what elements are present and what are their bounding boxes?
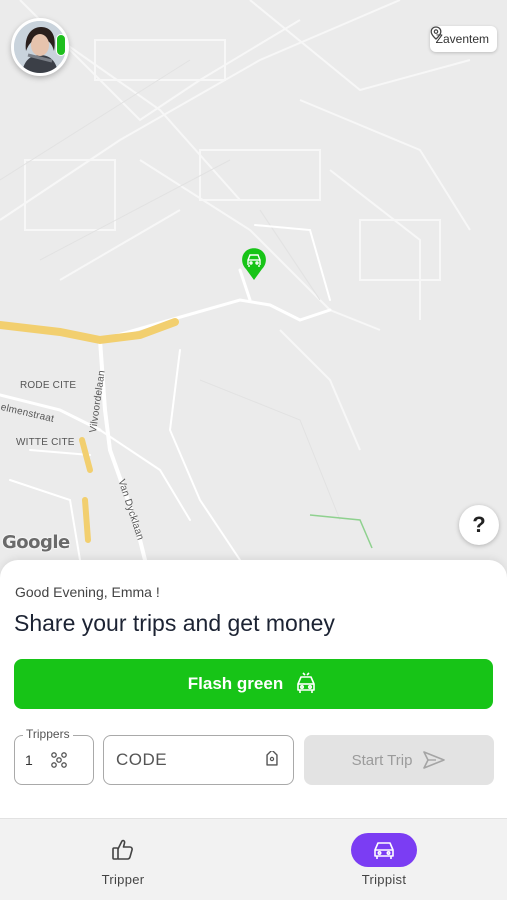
start-trip-button[interactable]: Start Trip (304, 735, 494, 785)
code-field[interactable] (103, 735, 294, 785)
nav-icon-wrap-tripper (90, 833, 156, 867)
nav-icon-wrap-trippist (351, 833, 417, 867)
app-screen: RODE CITE elmenstraat WITTE CITE Vilvoor… (0, 0, 507, 900)
car-marker-icon (242, 248, 266, 280)
street-label-rode-cite: RODE CITE (20, 380, 77, 391)
location-label: Zaventem (435, 32, 489, 46)
start-trip-label: Start Trip (351, 751, 413, 769)
google-attribution: Google (2, 532, 70, 553)
car-icon (374, 842, 394, 859)
flash-green-button[interactable]: Flash green (14, 659, 493, 709)
location-pin-icon (430, 26, 442, 40)
trippers-label: Trippers (23, 727, 73, 741)
code-input[interactable] (116, 750, 246, 770)
map-car-marker[interactable] (239, 247, 269, 281)
car-front-icon (297, 672, 316, 693)
send-icon (423, 751, 446, 769)
bottom-navigation: Tripper Trippist (0, 818, 507, 900)
location-chip[interactable]: Zaventem (429, 26, 497, 52)
nav-item-trippist[interactable]: Trippist (314, 819, 454, 900)
street-label-witte-cite: WITTE CITE (16, 437, 75, 448)
group-icon (50, 752, 67, 768)
nav-label-trippist: Trippist (361, 872, 407, 887)
online-status-badge (56, 34, 66, 56)
nav-item-tripper[interactable]: Tripper (53, 819, 193, 900)
greeting-text: Good Evening, Emma ! (15, 584, 160, 600)
bottom-sheet: Good Evening, Emma ! Share your trips an… (0, 560, 507, 820)
headline-text: Share your trips and get money (14, 610, 335, 636)
nav-label-tripper: Tripper (101, 872, 145, 887)
map-view[interactable]: RODE CITE elmenstraat WITTE CITE Vilvoor… (0, 0, 507, 580)
trippers-value: 1 (25, 752, 33, 768)
help-button[interactable]: ? (459, 505, 499, 545)
trippers-field[interactable]: Trippers 1 (14, 727, 94, 785)
tag-icon (266, 751, 278, 766)
thumbs-up-icon (112, 839, 133, 860)
flash-green-label: Flash green (187, 674, 284, 693)
map-roads (0, 0, 471, 580)
